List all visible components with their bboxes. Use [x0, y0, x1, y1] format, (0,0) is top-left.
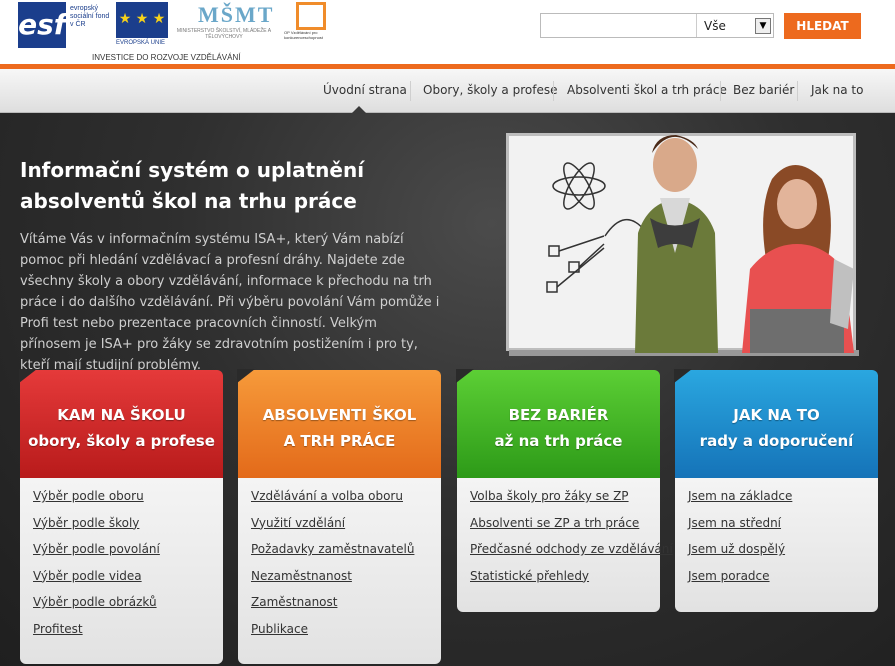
- card-link[interactable]: Výběr podle povolání: [33, 541, 223, 568]
- search-input[interactable]: [541, 14, 697, 37]
- nav-separator: [553, 81, 554, 101]
- card-links: Výběr podle oboru Výběr podle školy Výbě…: [20, 478, 223, 664]
- nav-separator: [797, 81, 798, 101]
- op-logo-icon: [296, 2, 326, 30]
- intro-text: Vítáme Vás v informačním systému ISA+, k…: [20, 232, 440, 373]
- chevron-down-icon[interactable]: ▼: [755, 18, 771, 34]
- search-scope-select[interactable]: Vše ▼: [701, 17, 773, 35]
- card-link[interactable]: Výběr podle oboru: [33, 488, 223, 515]
- eu-logo-caption: EVROPSKÁ UNIE: [116, 40, 166, 46]
- card-link[interactable]: Výběr podle obrázků: [33, 594, 223, 621]
- card-link[interactable]: Jsem na základce: [688, 488, 878, 515]
- card-link[interactable]: Využití vzdělání: [251, 515, 441, 542]
- nav-item-bez-barier[interactable]: Bez bariér: [733, 83, 794, 97]
- card-subtitle: rady a doporučení: [699, 432, 854, 450]
- card-absolventi: ABSOLVENTI ŠKOL A TRH PRÁCE Vzdělávání a…: [237, 369, 441, 664]
- card-subtitle: až na trh práce: [494, 432, 623, 450]
- nav-item-absolventi[interactable]: Absolventi škol a trh práce: [567, 83, 727, 97]
- card-links: Vzdělávání a volba oboru Využití vzdělán…: [238, 478, 441, 664]
- nav-item-obory[interactable]: Obory, školy a profese: [423, 83, 557, 97]
- logo-strip: esf evropský sociální fond v ČR ★ ★ ★ EV…: [18, 2, 338, 62]
- card-links: Jsem na základce Jsem na střední Jsem už…: [675, 478, 878, 612]
- card-link[interactable]: Nezaměstnanost: [251, 568, 441, 595]
- nav-item-jak-na-to[interactable]: Jak na to: [811, 83, 863, 97]
- card-links: Volba školy pro žáky se ZP Absolventi se…: [457, 478, 673, 612]
- op-logo[interactable]: OP Vzdělávání pro konkurenceschopnost: [284, 2, 340, 48]
- card-link[interactable]: Volba školy pro žáky se ZP: [470, 488, 660, 515]
- card-header[interactable]: JAK NA TO rady a doporučení: [674, 369, 878, 478]
- hero-illustration: [500, 123, 872, 356]
- card-jak-na-to: JAK NA TO rady a doporučení Jsem na zákl…: [674, 369, 878, 612]
- card-link[interactable]: Statistické přehledy: [470, 568, 660, 595]
- card-link[interactable]: Absolventi se ZP a trh práce: [470, 515, 660, 542]
- student-boy-image: [635, 135, 718, 353]
- card-link[interactable]: Požadavky zaměstnavatelů: [251, 541, 441, 568]
- main-nav: Úvodní strana Obory, školy a profese Abs…: [0, 69, 895, 113]
- esf-logo-text: evropský sociální fond v ČR: [70, 5, 110, 28]
- active-nav-pointer-icon: [351, 106, 367, 114]
- page-title: Informační systém o uplatnění absolventů…: [20, 158, 365, 213]
- card-link[interactable]: Jsem poradce: [688, 568, 878, 595]
- card-link[interactable]: Výběr podle videa: [33, 568, 223, 595]
- card-subtitle: A TRH PRÁCE: [283, 432, 396, 450]
- card-link[interactable]: Jsem už dospělý: [688, 541, 878, 568]
- card-header[interactable]: KAM NA ŠKOLU obory, školy a profese: [19, 369, 223, 478]
- card-bez-barier: BEZ BARIÉR až na trh práce Volba školy p…: [456, 369, 673, 612]
- card-subtitle: obory, školy a profese: [28, 432, 215, 450]
- card-link[interactable]: Publikace: [251, 621, 441, 648]
- esf-logo[interactable]: esf evropský sociální fond v ČR: [18, 2, 112, 48]
- nav-separator: [410, 81, 411, 101]
- eu-flag-icon: ★ ★ ★: [116, 2, 168, 38]
- card-title: BEZ BARIÉR: [508, 406, 609, 424]
- op-logo-caption: OP Vzdělávání pro konkurenceschopnost: [284, 30, 323, 40]
- nav-item-home[interactable]: Úvodní strana: [323, 83, 407, 97]
- site-header: esf evropský sociální fond v ČR ★ ★ ★ EV…: [0, 0, 895, 66]
- card-header[interactable]: BEZ BARIÉR až na trh práce: [456, 369, 660, 478]
- card-link[interactable]: Předčasné odchody ze vzdělávání: [470, 541, 673, 568]
- search-box: Vše ▼: [540, 13, 774, 38]
- card-link[interactable]: Výběr podle školy: [33, 515, 223, 542]
- card-link[interactable]: Jsem na střední: [688, 515, 878, 542]
- card-link[interactable]: Vzdělávání a volba oboru: [251, 488, 441, 515]
- student-girl-image: [742, 165, 854, 353]
- search-button[interactable]: HLEDAT: [784, 13, 861, 39]
- msmt-logo[interactable]: MŠMT MINISTERSTVO ŠKOLSTVÍ, MLÁDEŽE A TĚ…: [176, 2, 273, 48]
- search-scope-value: Vše: [704, 19, 726, 33]
- card-title: ABSOLVENTI ŠKOL: [262, 406, 417, 424]
- invest-caption: INVESTICE DO ROZVOJE VZDĚLÁVÁNÍ: [92, 53, 241, 62]
- card-link[interactable]: Zaměstnanost: [251, 594, 441, 621]
- msmt-logo-caption: MINISTERSTVO ŠKOLSTVÍ, MLÁDEŽE A TĚLOVÝC…: [176, 28, 272, 40]
- card-title: KAM NA ŠKOLU: [57, 406, 186, 424]
- card-title: JAK NA TO: [733, 406, 820, 424]
- card-link[interactable]: Profitest: [33, 621, 223, 648]
- nav-separator: [720, 81, 721, 101]
- card-kam-na-skolu: KAM NA ŠKOLU obory, školy a profese Výbě…: [19, 369, 223, 664]
- eu-logo[interactable]: ★ ★ ★ EVROPSKÁ UNIE: [116, 2, 172, 48]
- card-header[interactable]: ABSOLVENTI ŠKOL A TRH PRÁCE: [237, 369, 441, 478]
